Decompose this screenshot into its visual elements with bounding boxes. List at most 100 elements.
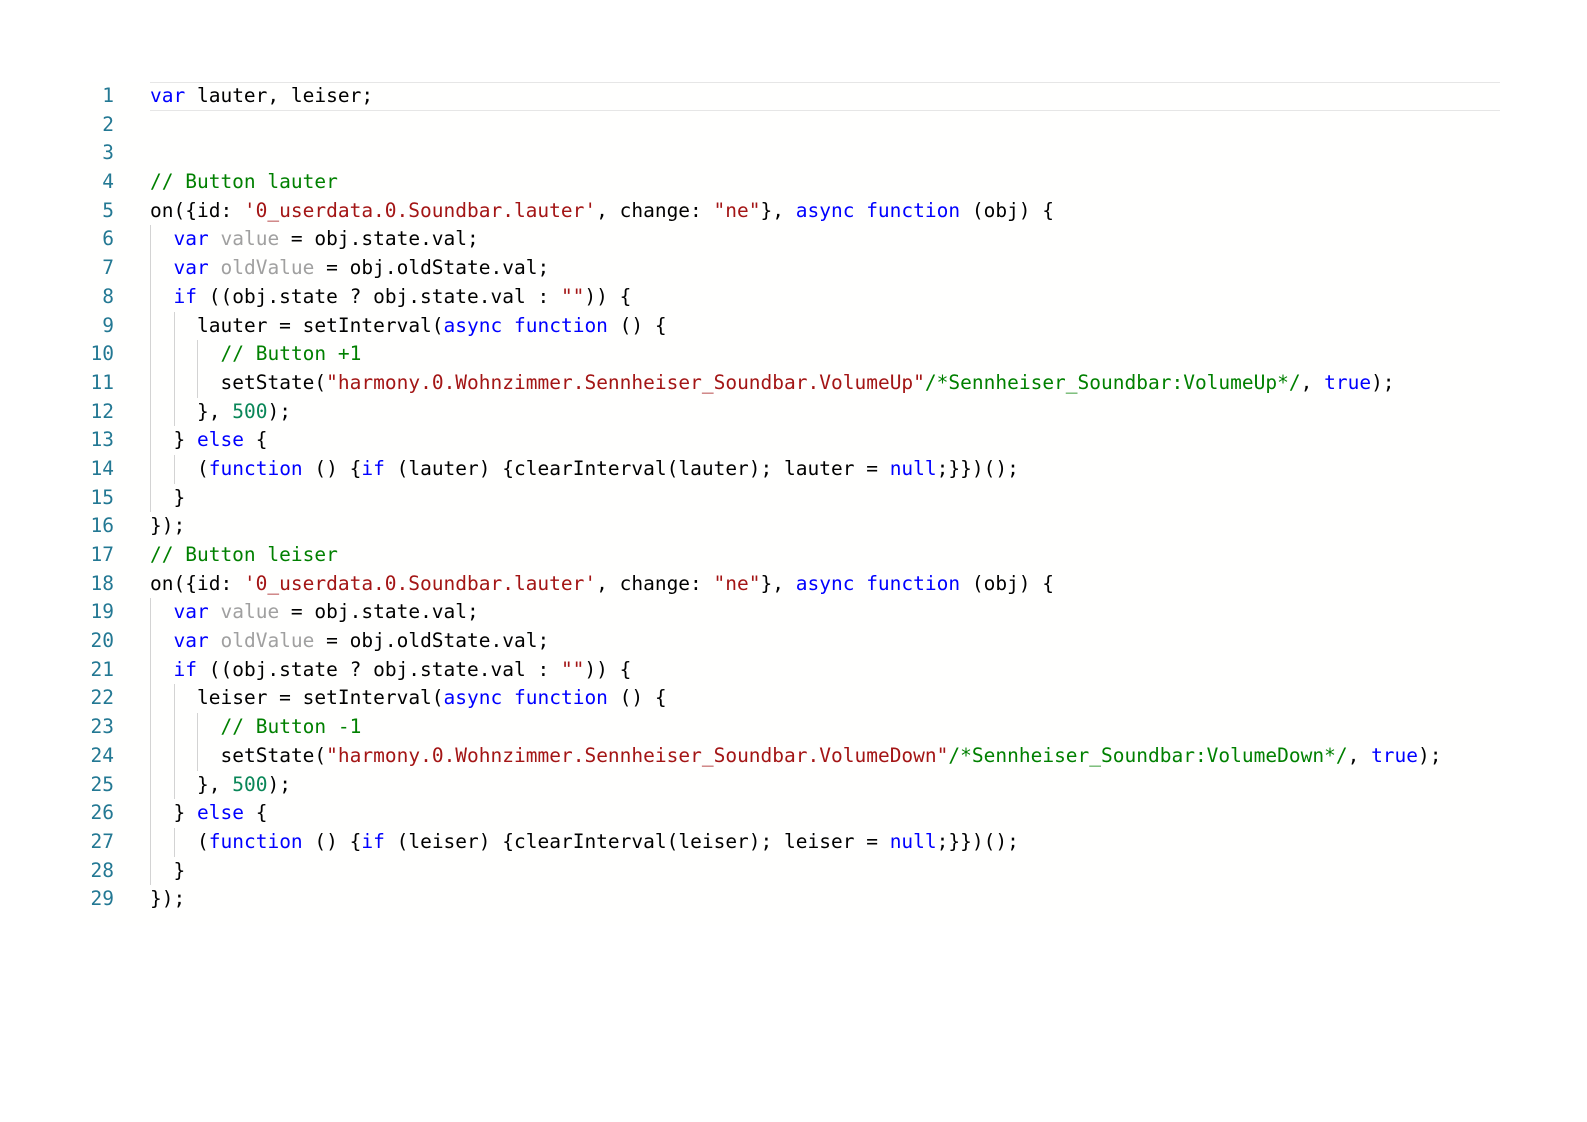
code-token: ;}})();	[936, 456, 1019, 480]
code-token: ((obj.state ? obj.state.val :	[196, 657, 561, 681]
code-token: function	[208, 829, 303, 853]
code-line[interactable]: 27 (function () {if (leiser) {clearInterv…	[80, 827, 1500, 857]
code-token: on({id:	[150, 571, 244, 595]
line-number: 20	[90, 629, 114, 653]
code-token: var	[150, 84, 186, 107]
code-line[interactable]: 22 leiser = setInterval(async function ()…	[80, 684, 1500, 714]
line-number: 8	[102, 284, 114, 308]
code-token: '0_userdata.0.Soundbar.lauter'	[243, 571, 597, 595]
code-content[interactable]: });	[150, 885, 1500, 914]
code-token: if	[173, 284, 197, 308]
code-content[interactable]: } else {	[150, 426, 1500, 455]
code-content[interactable]: }	[150, 484, 1500, 513]
line-number: 21	[90, 657, 114, 681]
code-line[interactable]: 21 if ((obj.state ? obj.state.val : "")) …	[80, 655, 1500, 685]
code-content[interactable]: var oldValue = obj.oldState.val;	[150, 254, 1500, 283]
code-line[interactable]: 25}, 500);	[80, 770, 1500, 800]
line-number: 19	[90, 600, 114, 624]
code-token: // Button lauter	[150, 170, 338, 194]
code-token: async	[795, 198, 855, 222]
code-line[interactable]: 24 setState("harmony.0.Wohnzimmer.Sennhei…	[80, 741, 1500, 771]
code-content[interactable]: if ((obj.state ? obj.state.val : "")) {	[150, 283, 1500, 312]
code-token: // Button leiser	[150, 543, 338, 566]
code-token: if	[173, 657, 197, 681]
code-line[interactable]: 9 lauter = setInterval(async function () …	[80, 311, 1500, 341]
code-content[interactable]: lauter = setInterval(async function () {	[150, 312, 1500, 341]
code-content[interactable]: setState("harmony.0.Wohnzimmer.Sennheise…	[150, 369, 1500, 398]
line-number: 6	[102, 227, 114, 251]
code-line[interactable]: 26} else {	[80, 799, 1500, 828]
code-line[interactable]: 23 // Button -1	[80, 713, 1500, 742]
code-content[interactable]: var value = obj.state.val;	[150, 598, 1500, 627]
code-line[interactable]: 10 // Button +1	[80, 340, 1500, 369]
code-content[interactable]: });	[150, 512, 1500, 541]
code-token: (	[197, 829, 209, 853]
code-content[interactable]: // Button -1	[150, 713, 1500, 742]
code-content[interactable]: // Button +1	[150, 340, 1500, 369]
code-token: (lauter) {clearInterval(lauter); lauter …	[384, 456, 890, 480]
code-content[interactable]: (function () {if (lauter) {clearInterval…	[150, 455, 1500, 484]
code-line[interactable]: 11 setState("harmony.0.Wohnzimmer.Sennhei…	[80, 368, 1500, 398]
code-content[interactable]: setState("harmony.0.Wohnzimmer.Sennheise…	[150, 742, 1500, 771]
code-content[interactable]: // Button lauter	[150, 168, 1500, 197]
code-token: ,	[1300, 370, 1325, 394]
code-content[interactable]: (function () {if (leiser) {clearInterval…	[150, 828, 1500, 857]
code-line[interactable]: 4 // Button lauter	[80, 168, 1500, 197]
code-line[interactable]: 6 var value = obj.state.val;	[80, 225, 1500, 255]
code-token: // Button -1	[220, 715, 362, 739]
code-line[interactable]: 5 on({id: '0_userdata.0.Soundbar.lauter',…	[80, 197, 1500, 226]
code-content[interactable]: }	[150, 857, 1500, 886]
code-content[interactable]: on({id: '0_userdata.0.Soundbar.lauter', …	[150, 197, 1500, 226]
code-token: },	[197, 399, 233, 423]
code-content[interactable]	[150, 111, 1500, 140]
code-line[interactable]: 8 if ((obj.state ? obj.state.val : "")) {	[80, 282, 1500, 312]
code-content[interactable]: leiser = setInterval(async function () {	[150, 684, 1500, 713]
code-content[interactable]	[150, 139, 1500, 168]
code-line[interactable]: 29});	[80, 885, 1500, 914]
code-line[interactable]: 18 on({id: '0_userdata.0.Soundbar.lauter'…	[80, 570, 1500, 599]
code-content[interactable]: }, 500);	[150, 771, 1500, 800]
code-line[interactable]: 14 (function () {if (lauter) {clearInterv…	[80, 454, 1500, 484]
code-line[interactable]: 13} else {	[80, 426, 1500, 455]
code-line[interactable]: 19 var value = obj.state.val;	[80, 598, 1500, 628]
code-token: oldValue	[220, 256, 315, 280]
code-content[interactable]: // Button leiser	[150, 541, 1500, 570]
code-token: ,	[1347, 743, 1372, 767]
code-token: if	[361, 829, 385, 853]
code-token: () {	[607, 313, 667, 337]
code-content[interactable]: var oldValue = obj.oldState.val;	[150, 627, 1500, 656]
code-line[interactable]: 12 }, 500);	[80, 397, 1500, 427]
code-token: 500	[232, 772, 268, 796]
code-content[interactable]: var value = obj.state.val;	[150, 225, 1500, 254]
code-line[interactable]: 28}	[80, 856, 1500, 886]
code-line[interactable]: 20 var oldValue = obj.oldState.val;	[80, 627, 1500, 656]
code-content[interactable]: var lauter, leiser;	[150, 82, 1500, 111]
code-content[interactable]: if ((obj.state ? obj.state.val : "")) {	[150, 656, 1500, 685]
code-content[interactable]: }, 500);	[150, 398, 1500, 427]
code-token: });	[150, 514, 186, 538]
code-line[interactable]: 3	[80, 139, 1500, 168]
line-number: 18	[90, 571, 114, 595]
line-number: 12	[90, 399, 114, 423]
code-line[interactable]: 1 var lauter, leiser;	[80, 82, 1500, 111]
line-number: 11	[90, 370, 114, 394]
code-line[interactable]: 16});	[80, 512, 1500, 541]
code-token: = obj.oldState.val;	[314, 629, 550, 653]
code-token: (obj) {	[960, 571, 1055, 595]
code-token: // Button +1	[220, 342, 362, 366]
code-token: "harmony.0.Wohnzimmer.Sennheiser_Soundba…	[326, 743, 949, 767]
code-line[interactable]: 15}	[80, 483, 1500, 513]
code-line[interactable]: 17 // Button leiser	[80, 541, 1500, 570]
code-token: }	[173, 428, 197, 452]
line-number: 3	[102, 141, 114, 165]
code-editor[interactable]: 1 var lauter, leiser; 2 3 4// Button lauter 5…	[80, 82, 1500, 926]
code-content[interactable]: on({id: '0_userdata.0.Soundbar.lauter', …	[150, 570, 1500, 599]
code-line[interactable]: 2	[80, 111, 1500, 140]
code-content[interactable]: } else {	[150, 799, 1500, 828]
code-token: );	[267, 399, 291, 423]
code-line[interactable]: 7 var oldValue = obj.oldState.val;	[80, 254, 1500, 283]
code-token: setState(	[220, 743, 327, 767]
